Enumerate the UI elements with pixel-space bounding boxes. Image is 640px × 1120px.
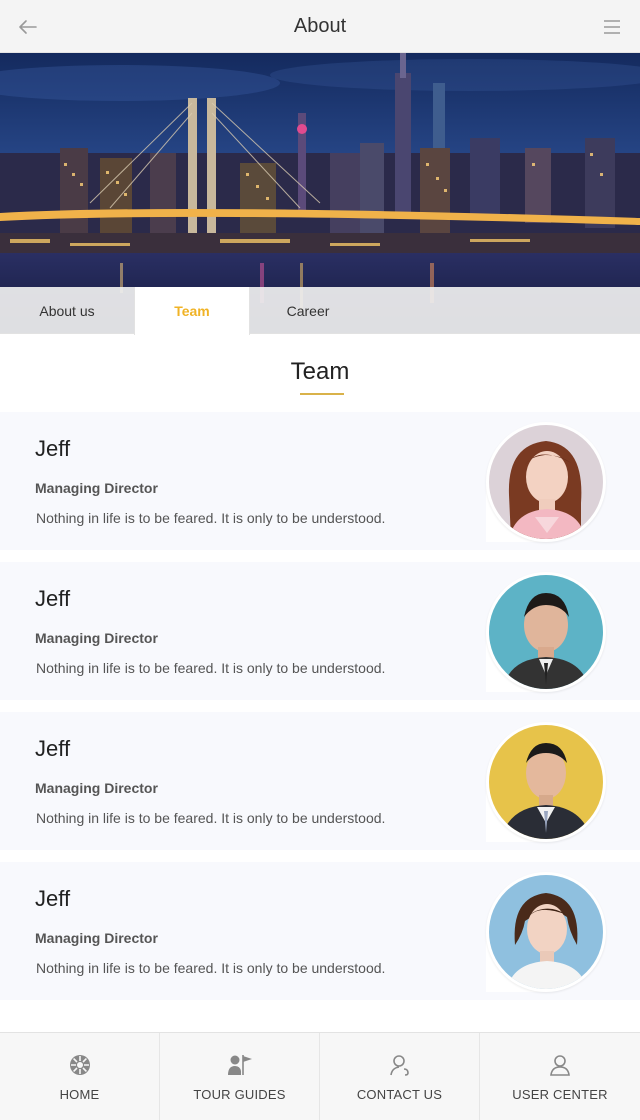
- tab-team[interactable]: Team: [134, 287, 250, 335]
- member-bio: Nothing in life is to be feared. It is o…: [36, 810, 386, 826]
- member-bio: Nothing in life is to be feared. It is o…: [36, 960, 386, 976]
- nav-tour-guides-label: TOUR GUIDES: [193, 1087, 286, 1102]
- team-member-card[interactable]: Jeff Managing Director Nothing in life i…: [0, 412, 640, 550]
- member-avatar: [486, 422, 606, 542]
- menu-button[interactable]: [598, 14, 626, 40]
- tab-career[interactable]: Career: [250, 287, 366, 334]
- nav-user-center-label: USER CENTER: [512, 1087, 608, 1102]
- member-name: Jeff: [35, 586, 71, 611]
- guide-flag-icon: [227, 1052, 253, 1078]
- team-member-card[interactable]: Jeff Managing Director Nothing in life i…: [0, 862, 640, 1000]
- nav-contact-us-label: CONTACT US: [356, 1087, 443, 1102]
- top-bar: About: [0, 0, 640, 53]
- bottom-navigation: HOME TOUR GUIDES CONTACT US USER CENTER: [0, 1032, 640, 1120]
- contact-user-icon: [387, 1052, 413, 1078]
- team-member-card[interactable]: Jeff Managing Director Nothing in life i…: [0, 562, 640, 700]
- member-avatar: [486, 722, 606, 842]
- back-button[interactable]: [14, 13, 42, 41]
- nav-home[interactable]: HOME: [0, 1033, 160, 1120]
- team-member-card[interactable]: Jeff Managing Director Nothing in life i…: [0, 712, 640, 850]
- nav-tour-guides[interactable]: TOUR GUIDES: [160, 1033, 320, 1120]
- arrow-left-icon: [19, 20, 37, 34]
- member-role: Managing Director: [35, 480, 158, 496]
- member-role: Managing Director: [35, 780, 158, 796]
- member-name: Jeff: [35, 886, 71, 911]
- member-name: Jeff: [35, 436, 71, 461]
- home-dial-icon: [67, 1052, 93, 1078]
- member-bio: Nothing in life is to be feared. It is o…: [36, 510, 386, 526]
- nav-contact-us[interactable]: CONTACT US: [320, 1033, 480, 1120]
- about-tabs: About us Team Career: [0, 287, 640, 335]
- user-icon: [547, 1052, 573, 1078]
- section-underline: [300, 393, 344, 395]
- tab-about-us[interactable]: About us: [0, 287, 134, 334]
- page-title: About: [293, 14, 347, 37]
- nav-home-label: HOME: [59, 1087, 100, 1102]
- member-name: Jeff: [35, 736, 71, 761]
- nav-user-center[interactable]: USER CENTER: [480, 1033, 640, 1120]
- hamburger-menu-icon: [604, 20, 620, 34]
- member-bio: Nothing in life is to be feared. It is o…: [36, 660, 386, 676]
- member-role: Managing Director: [35, 630, 158, 646]
- section-title: Team: [290, 358, 350, 385]
- member-role: Managing Director: [35, 930, 158, 946]
- member-avatar: [486, 872, 606, 992]
- member-avatar: [486, 572, 606, 692]
